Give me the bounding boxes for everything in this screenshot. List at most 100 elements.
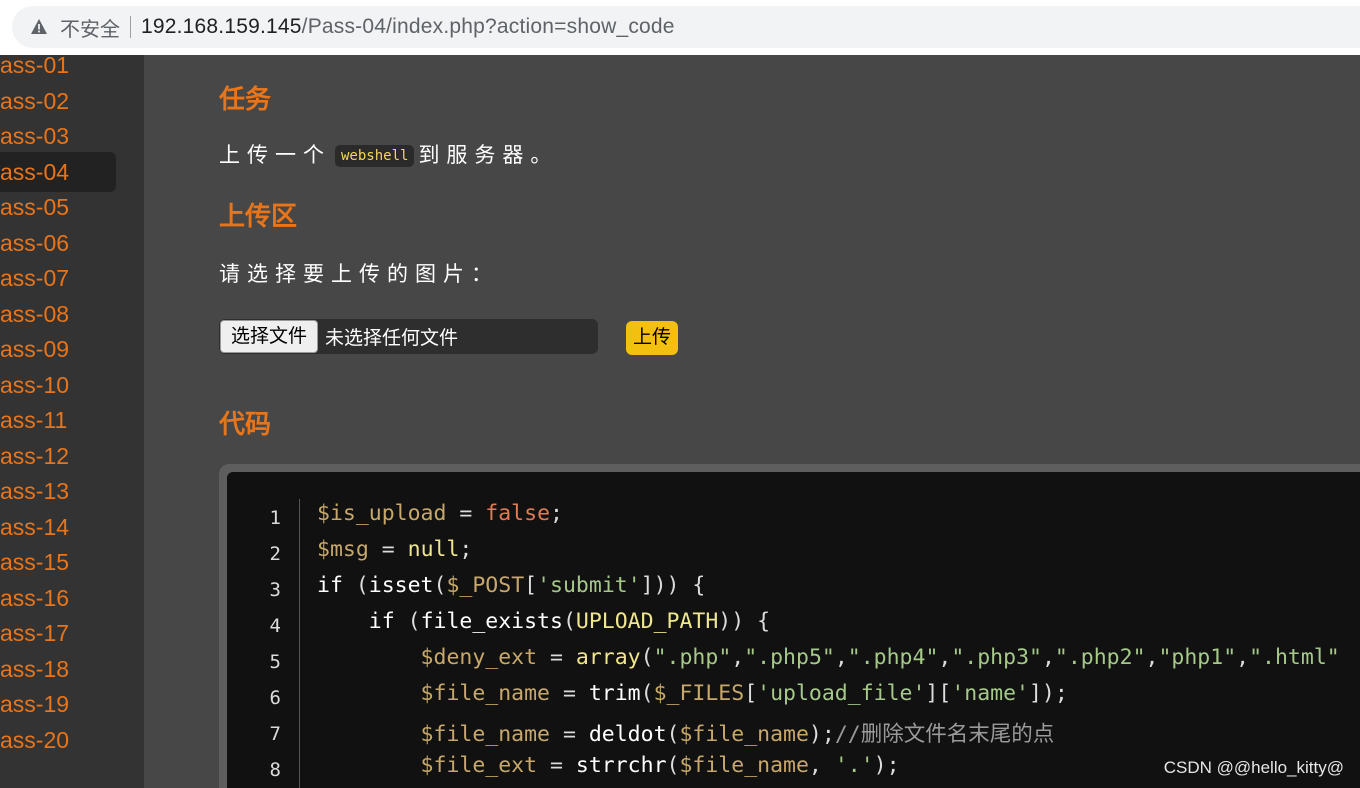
line-number: 5 [269, 651, 281, 673]
code-line: $is_upload = false; [317, 501, 563, 526]
line-number: 1 [269, 507, 281, 529]
code-token: ][ [925, 681, 952, 706]
code-heading: 代码 [219, 409, 272, 439]
code-token: if [317, 609, 395, 634]
security-label[interactable]: 不安全 [60, 13, 120, 42]
code-token: = [537, 645, 576, 670]
task-description: 上传一个 webshell 到服务器。 [219, 139, 558, 169]
code-token: $file_name [317, 722, 550, 747]
url-path: /Pass-04/index.php?action=show_code [301, 15, 675, 38]
code-token: , [1041, 645, 1055, 670]
watermark: CSDN @@hello_kitty@ [1163, 758, 1344, 777]
code-token: ( [433, 573, 447, 598]
code-token: ); [808, 722, 835, 747]
code-token: $file_name [317, 681, 550, 706]
file-input[interactable]: 选择文件 未选择任何文件 [219, 319, 598, 354]
task-text-after: 到服务器。 [418, 144, 559, 167]
browser-address-bar: 不安全 192.168.159.145/Pass-04/index.php?ac… [0, 0, 1360, 55]
code-token: [ [524, 573, 538, 598]
code-line: $file_ext = strrchr($file_name, '.'); [317, 753, 900, 778]
code-token: , [938, 645, 952, 670]
code-token: $file_name [679, 722, 809, 747]
code-token: , [1236, 645, 1250, 670]
code-line: $deny_ext = array(".php",".php5",".php4"… [317, 645, 1340, 670]
code-line: $file_name = trim($_FILES['upload_file']… [317, 681, 1068, 706]
code-token: , [731, 645, 745, 670]
code-token: isset [368, 573, 434, 598]
sidebar-item[interactable]: ass-02 [0, 81, 116, 121]
sidebar-item[interactable]: ass-11 [0, 400, 116, 440]
task-text-before: 上传一个 [219, 144, 331, 167]
sidebar-item[interactable]: ass-15 [0, 542, 116, 582]
choose-file-button[interactable]: 选择文件 [220, 320, 319, 353]
code-token: [ [744, 681, 758, 706]
code-token: ]); [1028, 681, 1068, 706]
code-token: ".php" [653, 645, 732, 670]
sidebar-item[interactable]: ass-06 [0, 223, 116, 263]
code-token: ; [550, 501, 563, 526]
upload-button[interactable]: 上传 [626, 321, 678, 355]
file-status-text: 未选择任何文件 [325, 328, 459, 349]
code-token: ( [666, 722, 680, 747]
code-token: , [834, 645, 848, 670]
url-box[interactable]: 不安全 192.168.159.145/Pass-04/index.php?ac… [12, 6, 1360, 48]
sidebar-item[interactable]: ass-10 [0, 365, 116, 405]
sidebar-item[interactable]: ass-08 [0, 294, 116, 334]
code-line: if (isset($_POST['submit'])) { [317, 573, 705, 598]
url-text[interactable]: 192.168.159.145/Pass-04/index.php?action… [141, 15, 675, 39]
code-token: $file_ext [317, 753, 538, 778]
sidebar-item[interactable]: ass-13 [0, 471, 116, 511]
code-token: $file_name [679, 753, 809, 778]
code-token: $msg [317, 537, 369, 562]
line-number: 2 [269, 543, 281, 565]
code-token: ( [342, 573, 369, 598]
code-token: ; [459, 537, 473, 562]
sidebar-item[interactable]: ass-19 [0, 684, 116, 724]
line-number: 7 [269, 723, 281, 745]
code-token: ".php2" [1054, 645, 1146, 670]
code-token: deldot [588, 722, 667, 747]
code-line: $file_name = deldot($file_name);//删除文件名末… [317, 717, 1055, 748]
sidebar-item[interactable]: ass-07 [0, 258, 116, 298]
warning-icon[interactable] [30, 18, 48, 36]
sidebar-item[interactable]: ass-18 [0, 649, 116, 689]
code-token: file_exists [420, 609, 563, 634]
code-token: "php1" [1158, 645, 1237, 670]
code-token: 'submit' [537, 573, 641, 598]
task-heading: 任务 [219, 84, 272, 114]
url-host: 192.168.159.145 [141, 15, 302, 38]
url-separator [130, 16, 131, 38]
upload-heading: 上传区 [219, 201, 298, 231]
code-token: ); [873, 753, 900, 778]
sidebar-item[interactable]: ass-03 [0, 116, 116, 156]
line-number: 6 [269, 687, 281, 709]
code-token: ".html" [1249, 645, 1340, 670]
sidebar-item[interactable]: ass-20 [0, 720, 116, 760]
code-token: strrchr [575, 753, 667, 778]
code-token: )) { [718, 609, 771, 634]
sidebar-item[interactable]: ass-01 [0, 45, 116, 85]
code-token: if [317, 573, 343, 598]
code-token: ".php5" [744, 645, 835, 670]
sidebar-item[interactable]: ass-14 [0, 507, 116, 547]
code-token: = [446, 501, 486, 526]
code-token: $is_upload [317, 501, 447, 526]
code-block[interactable]: 12345678 $is_upload = false; $msg = null;… [227, 472, 1360, 788]
code-token: ( [640, 681, 654, 706]
code-token: $_FILES [653, 681, 745, 706]
code-token: 'name' [951, 681, 1029, 706]
code-token: ( [640, 645, 654, 670]
sidebar-item[interactable]: ass-09 [0, 329, 116, 369]
sidebar: ass-01 ass-02 ass-03 ass-04 ass-05 ass-06 ass-… [0, 52, 144, 788]
sidebar-item[interactable]: ass-17 [0, 613, 116, 653]
code-token: '.' [834, 753, 874, 778]
sidebar-item[interactable]: ass-16 [0, 578, 116, 618]
sidebar-item[interactable]: ass-04 [0, 151, 116, 192]
code-token: ( [666, 753, 680, 778]
code-token: = [368, 537, 408, 562]
code-token: UPLOAD_PATH [575, 609, 719, 634]
sidebar-item[interactable]: ass-05 [0, 187, 116, 227]
sidebar-item[interactable]: ass-12 [0, 436, 116, 476]
code-token: = [537, 753, 576, 778]
line-number: 4 [269, 615, 281, 637]
